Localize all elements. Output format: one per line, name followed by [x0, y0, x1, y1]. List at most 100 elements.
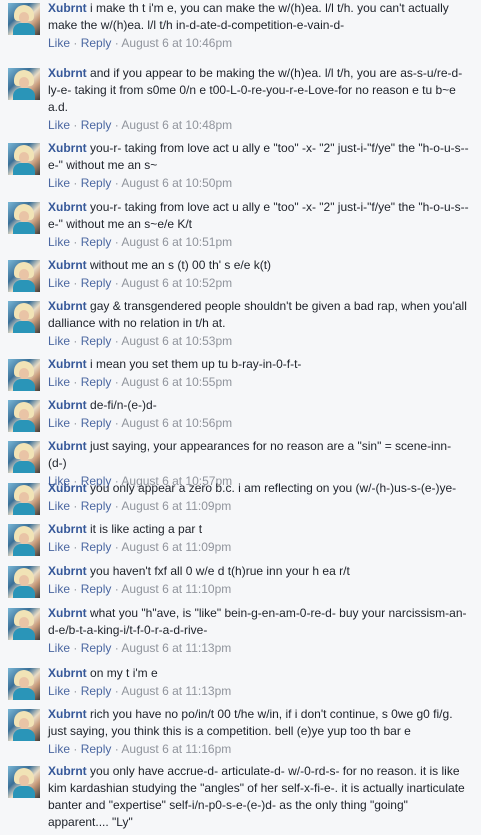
reply-link[interactable]: Reply — [81, 375, 112, 389]
reply-link[interactable]: Reply — [81, 416, 112, 430]
avatar[interactable] — [8, 68, 40, 100]
avatar[interactable] — [8, 301, 40, 333]
avatar[interactable] — [8, 668, 40, 700]
like-link[interactable]: Like — [48, 36, 70, 50]
comment-author[interactable]: Xubrnt — [48, 666, 87, 680]
like-link[interactable]: Like — [48, 499, 70, 513]
reply-link[interactable]: Reply — [81, 334, 112, 348]
reply-link[interactable]: Reply — [81, 742, 112, 756]
like-link[interactable]: Like — [48, 742, 70, 756]
like-link[interactable]: Like — [48, 641, 70, 655]
comment-text: just saying, your appearances for no rea… — [48, 439, 452, 470]
comment-timestamp[interactable]: August 6 at 11:13pm — [121, 684, 231, 698]
comment-author[interactable]: Xubrnt — [48, 66, 87, 80]
comment-body: Xubrnt on my t i'm e Like · Reply · Augus… — [48, 665, 469, 700]
comment-author[interactable]: Xubrnt — [48, 481, 87, 495]
reply-link[interactable]: Reply — [81, 176, 112, 190]
reply-link[interactable]: Reply — [81, 540, 112, 554]
like-link[interactable]: Like — [48, 684, 70, 698]
separator: · — [111, 36, 122, 50]
separator: · — [70, 582, 81, 596]
reply-link[interactable]: Reply — [81, 235, 112, 249]
comment-author[interactable]: Xubrnt — [48, 564, 87, 578]
comment-actions: Like · Reply · August 6 at 11:09pm — [48, 498, 469, 515]
like-link[interactable]: Like — [48, 375, 70, 389]
comment-timestamp[interactable]: August 6 at 11:10pm — [121, 582, 231, 596]
like-link[interactable]: Like — [48, 540, 70, 554]
avatar[interactable] — [8, 524, 40, 556]
avatar[interactable] — [8, 566, 40, 598]
avatar[interactable] — [8, 709, 40, 741]
comment-text: you-r- taking from love act u ally e "to… — [48, 141, 469, 172]
avatar[interactable] — [8, 608, 40, 640]
separator: · — [70, 176, 81, 190]
comment-timestamp[interactable]: August 6 at 10:55pm — [121, 375, 232, 389]
reply-link[interactable]: Reply — [81, 276, 112, 290]
comment-timestamp[interactable]: August 6 at 11:09pm — [121, 499, 231, 513]
avatar[interactable] — [8, 359, 40, 391]
comment-text: i make th t i'm e, you can make the w/(h… — [48, 1, 449, 32]
like-link[interactable]: Like — [48, 176, 70, 190]
comment-actions: Like · Reply · August 6 at 10:51pm — [48, 234, 469, 251]
like-link[interactable]: Like — [48, 416, 70, 430]
avatar[interactable] — [8, 400, 40, 432]
comment-body: Xubrnt gay & transgendered people should… — [48, 298, 469, 350]
avatar[interactable] — [8, 143, 40, 175]
like-link[interactable]: Like — [48, 235, 70, 249]
comment-body: Xubrnt and if you appear to be making th… — [48, 65, 469, 134]
comment-text: you-r- taking from love act u ally e "to… — [48, 200, 469, 231]
reply-link[interactable]: Reply — [81, 582, 112, 596]
separator: · — [70, 334, 81, 348]
comment-text: i mean you set them up tu b-ray-in-0-f-t… — [90, 357, 302, 371]
comment-author[interactable]: Xubrnt — [48, 141, 87, 155]
comment-author[interactable]: Xubrnt — [48, 1, 87, 15]
comment-author[interactable]: Xubrnt — [48, 200, 87, 214]
like-link[interactable]: Like — [48, 276, 70, 290]
separator: · — [111, 684, 122, 698]
separator: · — [70, 499, 81, 513]
comment-timestamp[interactable]: August 6 at 10:46pm — [121, 36, 232, 50]
comment-author[interactable]: Xubrnt — [48, 439, 87, 453]
comment-author[interactable]: Xubrnt — [48, 299, 87, 313]
reply-link[interactable]: Reply — [81, 118, 112, 132]
comment-timestamp[interactable]: August 6 at 11:09pm — [121, 540, 231, 554]
reply-link[interactable]: Reply — [81, 499, 112, 513]
like-link[interactable]: Like — [48, 334, 70, 348]
avatar[interactable] — [8, 260, 40, 292]
comment-timestamp[interactable]: August 6 at 11:13pm — [121, 641, 231, 655]
avatar[interactable] — [8, 441, 40, 473]
comment-timestamp[interactable]: August 6 at 10:56pm — [121, 416, 232, 430]
avatar[interactable] — [8, 3, 40, 35]
comment-text: de-fi/n-(e-)d- — [90, 398, 157, 412]
comment-timestamp[interactable]: August 6 at 10:51pm — [121, 235, 232, 249]
comment-body: Xubrnt i make th t i'm e, you can make t… — [48, 0, 469, 52]
comment-timestamp[interactable]: August 6 at 11:16pm — [121, 742, 231, 756]
comment-author[interactable]: Xubrnt — [48, 764, 87, 778]
separator: · — [111, 582, 122, 596]
like-link[interactable]: Like — [48, 118, 70, 132]
comment-author[interactable]: Xubrnt — [48, 357, 87, 371]
comment-timestamp[interactable]: August 6 at 10:52pm — [121, 276, 232, 290]
comment-actions: Like · Reply · August 6 at 10:55pm — [48, 374, 469, 391]
comment-actions: Like · Reply · August 6 at 11:13pm — [48, 640, 469, 657]
separator: · — [70, 540, 81, 554]
reply-link[interactable]: Reply — [81, 684, 112, 698]
avatar[interactable] — [8, 202, 40, 234]
comment-body: Xubrnt i mean you set them up tu b-ray-i… — [48, 356, 469, 391]
comment-body: Xubrnt you-r- taking from love act u all… — [48, 199, 469, 251]
avatar[interactable] — [8, 766, 40, 798]
reply-link[interactable]: Reply — [81, 641, 112, 655]
comment-author[interactable]: Xubrnt — [48, 707, 87, 721]
like-link[interactable]: Like — [48, 582, 70, 596]
comment-timestamp[interactable]: August 6 at 10:50pm — [121, 176, 232, 190]
comment-author[interactable]: Xubrnt — [48, 606, 87, 620]
comment-text: rich you have no po/in/t 00 t/he w/in, i… — [48, 707, 453, 738]
comment-text: you only have accrue-d- articulate-d- w/… — [48, 764, 465, 829]
comment-timestamp[interactable]: August 6 at 10:48pm — [121, 118, 232, 132]
reply-link[interactable]: Reply — [81, 36, 112, 50]
comment-author[interactable]: Xubrnt — [48, 398, 87, 412]
comment-author[interactable]: Xubrnt — [48, 522, 87, 536]
comment-timestamp[interactable]: August 6 at 10:53pm — [121, 334, 232, 348]
comment-author[interactable]: Xubrnt — [48, 258, 87, 272]
avatar[interactable] — [8, 483, 40, 515]
